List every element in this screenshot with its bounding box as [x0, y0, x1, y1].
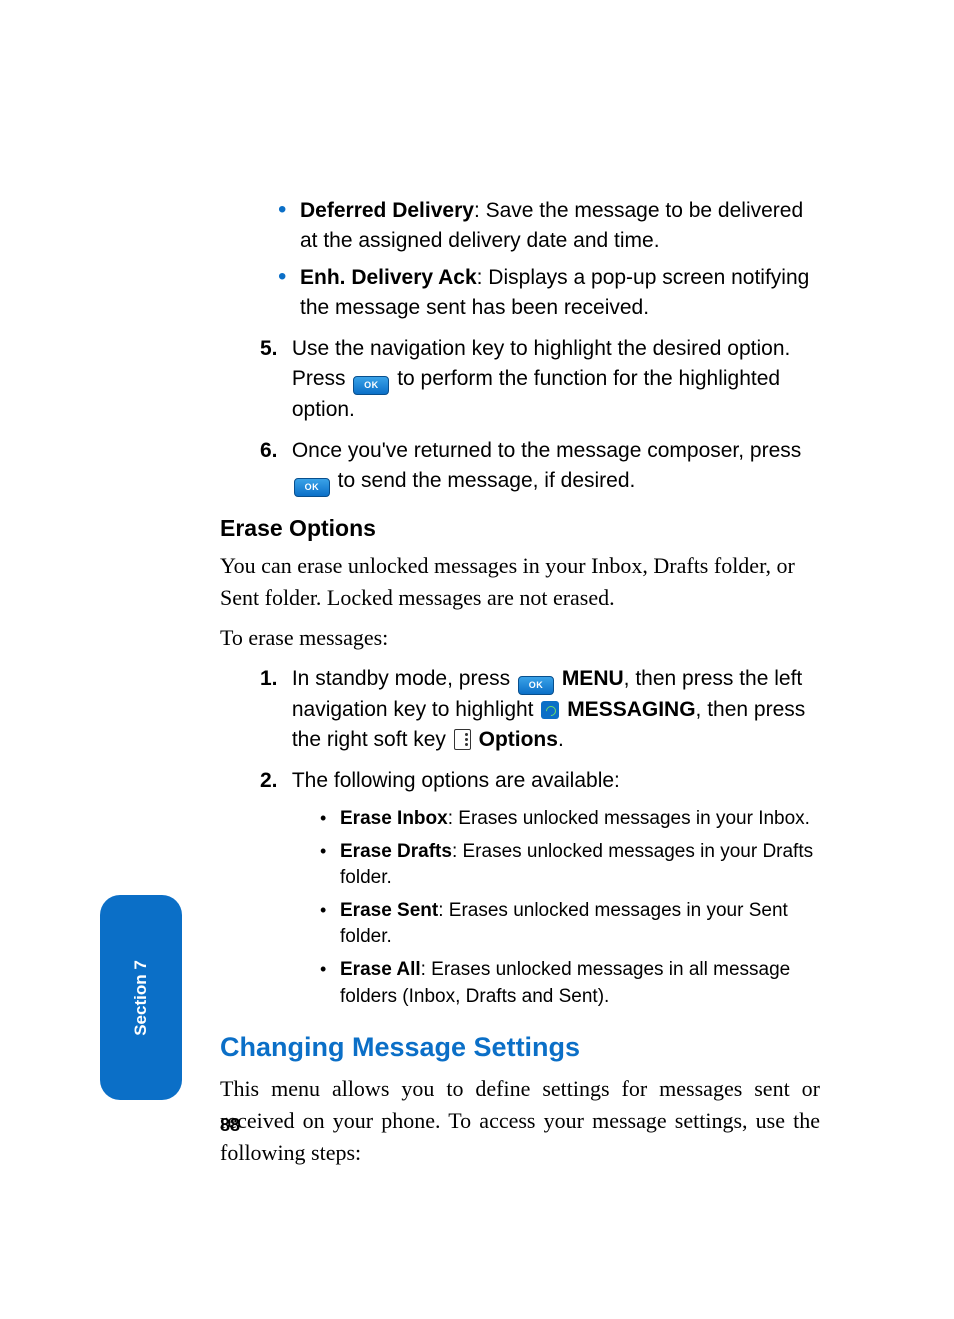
sub-bullet-desc: : Erases unlocked messages in your Inbox…: [448, 808, 810, 829]
page-number: 88: [220, 1115, 240, 1136]
options-label: Options: [479, 728, 558, 751]
bullet-dot-icon: •: [278, 263, 300, 324]
bullet-dot-icon: •: [320, 806, 340, 833]
changing-message-settings-para: This menu allows you to define settings …: [220, 1073, 820, 1169]
bullet-term: Deferred Delivery: [300, 199, 474, 222]
t4: .: [558, 728, 564, 751]
erase-options-para-2: To erase messages:: [220, 622, 820, 654]
bullet-term: Enh. Delivery Ack: [300, 266, 477, 289]
bullet-enh-delivery-ack: • Enh. Delivery Ack: Displays a pop-up s…: [278, 263, 820, 324]
menu-label: MENU: [562, 667, 624, 690]
changing-message-settings-heading: Changing Message Settings: [220, 1032, 820, 1063]
page: Section 7 • Deferred Delivery: Save the …: [0, 0, 954, 1319]
sub-bullet-text: Erase Drafts: Erases unlocked messages i…: [340, 839, 820, 892]
bullet-dot-icon: •: [278, 196, 300, 257]
step-number: 6.: [260, 436, 286, 466]
bullet-deferred-delivery: • Deferred Delivery: Save the message to…: [278, 196, 820, 257]
sub-bullet-text: Erase Inbox: Erases unlocked messages in…: [340, 806, 820, 833]
erase-options-para-1: You can erase unlocked messages in your …: [220, 550, 820, 614]
section-tab: Section 7: [100, 895, 182, 1100]
sub-bullet-erase-sent: • Erase Sent: Erases unlocked messages i…: [320, 898, 820, 951]
sub-bullet-erase-all: • Erase All: Erases unlocked messages in…: [320, 957, 820, 1010]
sub-bullet-term: Erase Drafts: [340, 841, 452, 862]
step-body: In standby mode, press OK MENU, then pre…: [292, 664, 812, 756]
t1: In standby mode, press: [292, 667, 516, 690]
bullet-dot-icon: •: [320, 957, 340, 1010]
sub-bullet-erase-inbox: • Erase Inbox: Erases unlocked messages …: [320, 806, 820, 833]
sub-bullet-term: Erase All: [340, 959, 421, 980]
bullet-text: Deferred Delivery: Save the message to b…: [300, 196, 820, 257]
step-5: 5. Use the navigation key to highlight t…: [260, 334, 820, 426]
content-area: • Deferred Delivery: Save the message to…: [220, 190, 820, 1177]
bullet-text: Enh. Delivery Ack: Displays a pop-up scr…: [300, 263, 820, 324]
step-number: 2.: [260, 766, 286, 796]
erase-step-2: 2. The following options are available:: [260, 766, 820, 796]
sub-bullet-text: Erase All: Erases unlocked messages in a…: [340, 957, 820, 1010]
step-6: 6. Once you've returned to the message c…: [260, 436, 820, 497]
sub-bullet-erase-drafts: • Erase Drafts: Erases unlocked messages…: [320, 839, 820, 892]
ok-button-icon: OK: [294, 478, 330, 497]
step-body: Use the navigation key to highlight the …: [292, 334, 812, 426]
step6-pre: Once you've returned to the message comp…: [292, 439, 801, 462]
step-number: 1.: [260, 664, 286, 694]
erase-options-heading: Erase Options: [220, 515, 820, 542]
erase-step-1: 1. In standby mode, press OK MENU, then …: [260, 664, 820, 756]
bullet-dot-icon: •: [320, 898, 340, 951]
sub-bullet-term: Erase Sent: [340, 900, 438, 921]
section-tab-label: Section 7: [131, 960, 151, 1036]
step6-post: to send the message, if desired.: [332, 469, 636, 492]
ok-button-icon: OK: [518, 676, 554, 695]
messaging-icon: [541, 701, 559, 719]
messaging-label: MESSAGING: [567, 698, 695, 721]
softkey-icon: [454, 729, 471, 750]
sub-bullet-term: Erase Inbox: [340, 808, 448, 829]
ok-button-icon: OK: [353, 376, 389, 395]
sub-bullet-text: Erase Sent: Erases unlocked messages in …: [340, 898, 820, 951]
step-body: The following options are available:: [292, 766, 812, 796]
step-body: Once you've returned to the message comp…: [292, 436, 812, 497]
step-number: 5.: [260, 334, 286, 364]
bullet-dot-icon: •: [320, 839, 340, 892]
